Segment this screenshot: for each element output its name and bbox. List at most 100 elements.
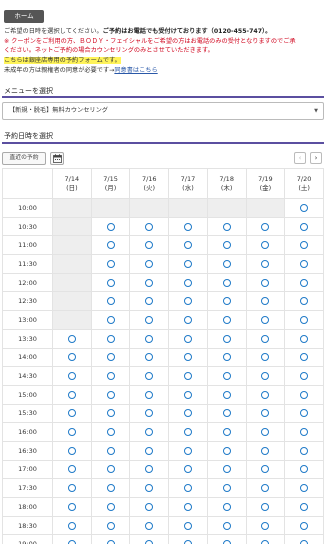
- slot-available[interactable]: [129, 478, 170, 498]
- slot-available[interactable]: [284, 515, 324, 536]
- slot-available[interactable]: [284, 198, 324, 218]
- slot-available[interactable]: [90, 459, 131, 480]
- slot-available[interactable]: [90, 347, 131, 368]
- slot-available[interactable]: [90, 328, 131, 349]
- slot-available[interactable]: [206, 310, 247, 330]
- slot-available[interactable]: [284, 216, 324, 237]
- slot-available[interactable]: [168, 366, 208, 386]
- slot-available[interactable]: [129, 366, 170, 386]
- recent-reservation-button[interactable]: 直近の予約: [2, 152, 46, 165]
- slot-available[interactable]: [284, 422, 324, 442]
- slot-available[interactable]: [284, 254, 324, 274]
- slot-available[interactable]: [245, 291, 286, 312]
- slot-available[interactable]: [90, 254, 131, 274]
- slot-available[interactable]: [245, 347, 286, 368]
- slot-available[interactable]: [245, 216, 286, 237]
- slot-available[interactable]: [284, 347, 324, 368]
- slot-available[interactable]: [168, 515, 208, 536]
- slot-available[interactable]: [129, 515, 170, 536]
- slot-available[interactable]: [284, 478, 324, 498]
- slot-available[interactable]: [90, 497, 131, 517]
- slot-available[interactable]: [245, 459, 286, 480]
- slot-available[interactable]: [129, 328, 170, 349]
- slot-available[interactable]: [206, 216, 247, 237]
- slot-available[interactable]: [284, 328, 324, 349]
- slot-available[interactable]: [284, 272, 324, 293]
- slot-available[interactable]: [129, 534, 170, 544]
- slot-available[interactable]: [52, 384, 92, 405]
- slot-available[interactable]: [90, 366, 131, 386]
- slot-available[interactable]: [52, 534, 92, 544]
- slot-available[interactable]: [168, 216, 208, 237]
- slot-available[interactable]: [90, 272, 131, 293]
- slot-available[interactable]: [284, 440, 324, 461]
- slot-available[interactable]: [245, 440, 286, 461]
- slot-available[interactable]: [168, 403, 208, 424]
- slot-available[interactable]: [206, 347, 247, 368]
- slot-available[interactable]: [129, 497, 170, 517]
- slot-available[interactable]: [90, 534, 131, 544]
- home-button[interactable]: ホーム: [4, 10, 44, 23]
- slot-available[interactable]: [206, 459, 247, 480]
- slot-available[interactable]: [206, 328, 247, 349]
- slot-available[interactable]: [129, 310, 170, 330]
- slot-available[interactable]: [245, 497, 286, 517]
- prev-week-button[interactable]: ‹: [294, 152, 306, 164]
- slot-available[interactable]: [284, 459, 324, 480]
- slot-available[interactable]: [168, 422, 208, 442]
- slot-available[interactable]: [90, 216, 131, 237]
- slot-available[interactable]: [52, 347, 92, 368]
- slot-available[interactable]: [206, 254, 247, 274]
- slot-available[interactable]: [245, 384, 286, 405]
- slot-available[interactable]: [206, 422, 247, 442]
- slot-available[interactable]: [245, 403, 286, 424]
- slot-available[interactable]: [129, 216, 170, 237]
- slot-available[interactable]: [129, 384, 170, 405]
- slot-available[interactable]: [245, 515, 286, 536]
- slot-available[interactable]: [206, 515, 247, 536]
- slot-available[interactable]: [90, 478, 131, 498]
- slot-available[interactable]: [284, 366, 324, 386]
- slot-available[interactable]: [206, 497, 247, 517]
- slot-available[interactable]: [284, 497, 324, 517]
- slot-available[interactable]: [284, 235, 324, 256]
- slot-available[interactable]: [168, 291, 208, 312]
- slot-available[interactable]: [168, 534, 208, 544]
- slot-available[interactable]: [168, 272, 208, 293]
- slot-available[interactable]: [206, 478, 247, 498]
- next-week-button[interactable]: ›: [310, 152, 322, 164]
- slot-available[interactable]: [206, 291, 247, 312]
- slot-available[interactable]: [206, 235, 247, 256]
- slot-available[interactable]: [284, 384, 324, 405]
- calendar-button[interactable]: [50, 152, 64, 165]
- slot-available[interactable]: [206, 534, 247, 544]
- slot-available[interactable]: [90, 403, 131, 424]
- slot-available[interactable]: [52, 366, 92, 386]
- slot-available[interactable]: [168, 328, 208, 349]
- slot-available[interactable]: [52, 497, 92, 517]
- slot-available[interactable]: [245, 478, 286, 498]
- slot-available[interactable]: [129, 291, 170, 312]
- slot-available[interactable]: [284, 310, 324, 330]
- slot-available[interactable]: [129, 422, 170, 442]
- slot-available[interactable]: [168, 310, 208, 330]
- slot-available[interactable]: [284, 403, 324, 424]
- slot-available[interactable]: [168, 235, 208, 256]
- slot-available[interactable]: [52, 328, 92, 349]
- slot-available[interactable]: [206, 440, 247, 461]
- slot-available[interactable]: [168, 347, 208, 368]
- slot-available[interactable]: [129, 403, 170, 424]
- slot-available[interactable]: [206, 403, 247, 424]
- slot-available[interactable]: [129, 272, 170, 293]
- slot-available[interactable]: [52, 422, 92, 442]
- slot-available[interactable]: [206, 366, 247, 386]
- slot-available[interactable]: [52, 515, 92, 536]
- slot-available[interactable]: [284, 291, 324, 312]
- slot-available[interactable]: [90, 310, 131, 330]
- slot-available[interactable]: [206, 384, 247, 405]
- slot-available[interactable]: [245, 328, 286, 349]
- slot-available[interactable]: [90, 515, 131, 536]
- slot-available[interactable]: [90, 440, 131, 461]
- slot-available[interactable]: [52, 459, 92, 480]
- slot-available[interactable]: [90, 422, 131, 442]
